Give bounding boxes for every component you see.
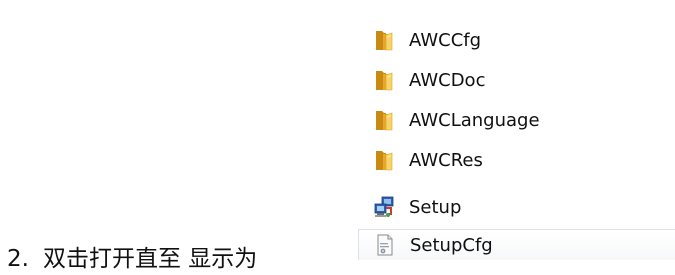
file-item-setup[interactable]: Setup (370, 192, 461, 222)
file-list: AWCCfg AWCDoc AWCLanguage AWCRes Setup S… (358, 18, 675, 275)
file-name: AWCLanguage (409, 109, 540, 131)
folder-icon (372, 28, 396, 52)
file-name: AWCRes (409, 149, 483, 171)
file-item-setupcfg[interactable]: SetupCfg (358, 229, 675, 260)
setup-installer-icon (372, 195, 396, 219)
folder-icon (372, 68, 396, 92)
step-caption: 2. 双击打开直至 显示为 (7, 244, 257, 274)
config-file-icon (373, 233, 397, 257)
file-name: SetupCfg (410, 234, 493, 256)
folder-item-awclanguage[interactable]: AWCLanguage (370, 105, 540, 135)
step-text: 双击打开直至 显示为 (42, 246, 258, 272)
file-name: AWCCfg (409, 29, 482, 51)
folder-icon (372, 148, 396, 172)
folder-icon (372, 108, 396, 132)
file-name: Setup (409, 196, 462, 218)
folder-item-awcdoc[interactable]: AWCDoc (370, 65, 485, 95)
folder-item-awcres[interactable]: AWCRes (370, 145, 483, 175)
file-name: AWCDoc (409, 69, 486, 91)
folder-item-awccfg[interactable]: AWCCfg (370, 25, 481, 55)
step-number: 2. (7, 246, 29, 272)
